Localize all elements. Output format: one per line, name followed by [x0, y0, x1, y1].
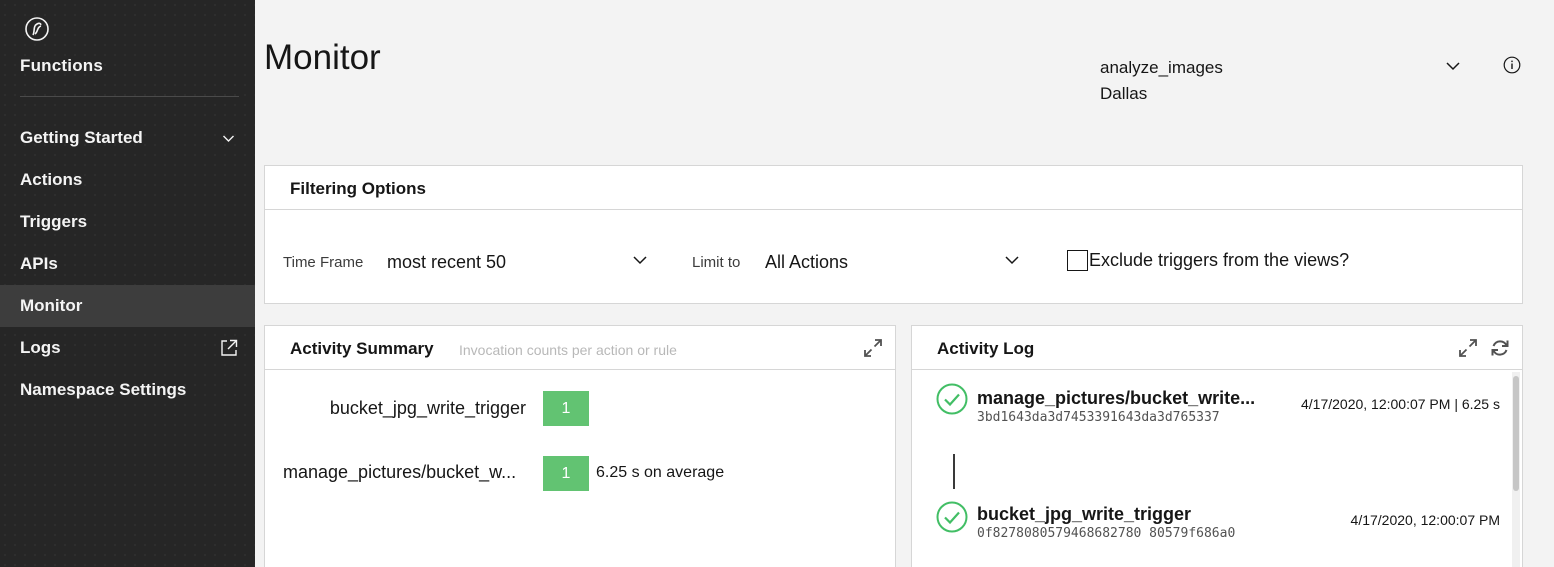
- summary-count-bar[interactable]: 1: [543, 391, 589, 426]
- sidebar-item-label: Actions: [20, 170, 83, 189]
- sidebar-divider: [20, 96, 239, 97]
- log-entry-time: 4/17/2020, 12:00:07 PM | 6.25 s: [1300, 396, 1500, 412]
- panel-title: Activity Summary: [290, 339, 434, 358]
- maximize-icon[interactable]: [1457, 337, 1479, 359]
- panel-header: Activity Log: [912, 326, 1522, 370]
- maximize-icon[interactable]: [862, 337, 884, 359]
- activity-log-panel: Activity Log manage_pictures/bucket_writ…: [911, 325, 1523, 567]
- limit-to-label: Limit to: [692, 254, 741, 271]
- chevron-down-icon[interactable]: [1004, 252, 1020, 268]
- log-entry-id: 3bd1643da3d7453391643da3d765337: [977, 410, 1220, 425]
- external-link-icon: [221, 339, 238, 356]
- sidebar-item-label: APIs: [20, 254, 58, 273]
- log-entry-id: 0f8278080579468682780 80579f686a0: [977, 526, 1236, 541]
- sidebar-nav: Getting Started Actions Triggers APIs Mo…: [0, 117, 255, 411]
- sidebar-item-namespace-settings[interactable]: Namespace Settings: [0, 369, 255, 411]
- panel-header: Filtering Options: [265, 166, 1522, 210]
- log-connector: [953, 454, 955, 489]
- namespace-region: Dallas: [1100, 84, 1148, 103]
- sidebar-item-triggers[interactable]: Triggers: [0, 201, 255, 243]
- namespace-selector[interactable]: analyze_images Dallas: [1100, 55, 1223, 107]
- sidebar-item-label: Getting Started: [20, 128, 143, 147]
- sidebar-item-label: Namespace Settings: [20, 380, 187, 399]
- checkmark-circle-icon: [936, 383, 968, 415]
- functions-logo-icon[interactable]: [24, 16, 50, 42]
- checkmark-circle-icon: [936, 501, 968, 533]
- info-icon[interactable]: [1503, 56, 1521, 74]
- time-frame-label: Time Frame: [283, 254, 364, 271]
- panel-title: Filtering Options: [290, 179, 426, 198]
- log-entry-name[interactable]: manage_pictures/bucket_write...: [977, 388, 1255, 409]
- activity-summary-panel: Activity Summary Invocation counts per a…: [264, 325, 896, 567]
- panel-title: Activity Log: [937, 339, 1035, 358]
- namespace-name: analyze_images: [1100, 58, 1223, 77]
- sidebar-item-apis[interactable]: APIs: [0, 243, 255, 285]
- log-entry-time: 4/17/2020, 12:00:07 PM: [1350, 512, 1500, 528]
- brand-title[interactable]: Functions: [20, 56, 103, 76]
- summary-row-name: bucket_jpg_write_trigger: [329, 398, 526, 418]
- panel-subtitle: Invocation counts per action or rule: [459, 342, 677, 358]
- scrollbar-thumb[interactable]: [1513, 376, 1519, 491]
- chevron-down-icon[interactable]: [1445, 58, 1461, 74]
- sidebar-item-monitor[interactable]: Monitor: [0, 285, 255, 327]
- chevron-down-icon[interactable]: [632, 252, 648, 268]
- summary-count-bar[interactable]: 1: [543, 456, 589, 491]
- sidebar-item-label: Monitor: [20, 296, 83, 315]
- sidebar-item-actions[interactable]: Actions: [0, 159, 255, 201]
- filtering-options-panel: Filtering Options Time Frame most recent…: [264, 165, 1523, 304]
- summary-row-name: manage_pictures/bucket_w...: [283, 462, 517, 482]
- limit-to-select[interactable]: All Actions: [765, 252, 848, 273]
- sidebar-item-logs[interactable]: Logs: [0, 327, 255, 369]
- page-title: Monitor: [264, 38, 381, 77]
- refresh-icon[interactable]: [1489, 337, 1511, 359]
- summary-average: 6.25 s on average: [596, 464, 725, 481]
- time-frame-select[interactable]: most recent 50: [387, 252, 506, 273]
- log-entry-name[interactable]: bucket_jpg_write_trigger: [977, 504, 1191, 525]
- chevron-down-icon: [223, 135, 234, 142]
- sidebar: Functions Getting Started Actions Trigge…: [0, 0, 255, 567]
- exclude-triggers-checkbox[interactable]: [1067, 250, 1088, 271]
- sidebar-item-label: Logs: [20, 338, 61, 357]
- exclude-triggers-label[interactable]: Exclude triggers from the views?: [1089, 250, 1349, 271]
- sidebar-item-label: Triggers: [20, 212, 88, 231]
- panel-header: Activity Summary Invocation counts per a…: [265, 326, 895, 370]
- sidebar-item-getting-started[interactable]: Getting Started: [0, 117, 255, 159]
